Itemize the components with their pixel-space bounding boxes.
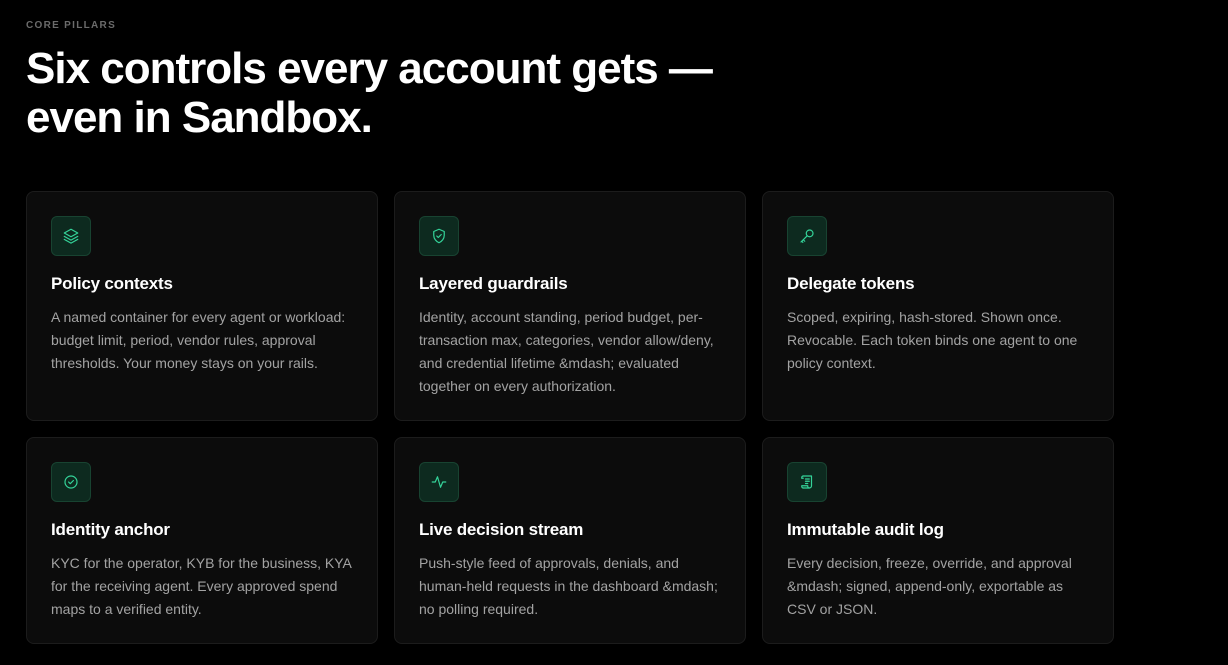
section-eyebrow: CORE PILLARS	[26, 20, 117, 31]
pillar-title: Identity anchor	[51, 520, 170, 539]
pillar-title: Immutable audit log	[787, 520, 944, 539]
pillar-card-layered-guardrails: Layered guardrails Identity, account sta…	[394, 191, 746, 421]
activity-icon	[419, 462, 459, 502]
pillar-card-identity-anchor: Identity anchor KYC for the operator, KY…	[26, 437, 378, 644]
pillar-title: Live decision stream	[419, 520, 584, 539]
pillar-description: A named container for every agent or wor…	[51, 309, 346, 371]
section-headline: Six controls every account gets — even i…	[26, 44, 713, 142]
pillar-card-delegate-tokens: Delegate tokens Scoped, expiring, hash-s…	[762, 191, 1114, 421]
badge-check-icon	[51, 462, 91, 502]
pillars-grid: Policy contexts A named container for ev…	[26, 191, 1114, 644]
scroll-icon	[787, 462, 827, 502]
pillar-description: Scoped, expiring, hash-stored. Shown onc…	[787, 309, 1078, 371]
pillar-title: Policy contexts	[51, 274, 173, 293]
shield-check-icon	[419, 216, 459, 256]
key-icon	[787, 216, 827, 256]
pillar-card-policy-contexts: Policy contexts A named container for ev…	[26, 191, 378, 421]
pillar-card-immutable-audit-log: Immutable audit log Every decision, free…	[762, 437, 1114, 644]
pillar-description: Every decision, freeze, override, and ap…	[787, 555, 1072, 617]
pillar-description: KYC for the operator, KYB for the busine…	[51, 555, 352, 617]
pillar-title: Layered guardrails	[419, 274, 568, 293]
pillar-card-live-decision-stream: Live decision stream Push-style feed of …	[394, 437, 746, 644]
pillar-title: Delegate tokens	[787, 274, 915, 293]
pillar-description: Push-style feed of approvals, denials, a…	[419, 555, 718, 617]
pillar-description: Identity, account standing, period budge…	[419, 309, 714, 394]
layers-icon	[51, 216, 91, 256]
